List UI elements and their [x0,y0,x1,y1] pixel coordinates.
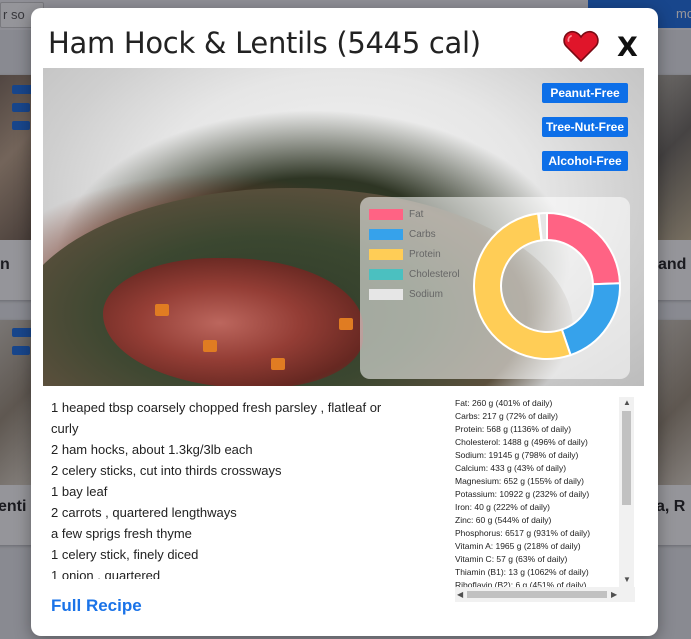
legend-item[interactable]: Cholesterol [369,267,460,281]
ingredient-item: 2 ham hocks, about 1.3kg/3lb each [51,442,253,457]
ingredients-list: 1 heaped tbsp coarsely chopped fresh par… [51,397,411,579]
badge-alcohol-free[interactable]: Alcohol-Free [542,151,628,171]
nutrient-item: Riboflavin (B2): 6 g (451% of daily) [455,580,587,587]
ingredient-item: 1 heaped tbsp coarsely chopped fresh par… [51,400,382,436]
ingredient-item: 1 onion , quartered [51,568,161,579]
ingredient-item: 1 bay leaf [51,484,108,499]
ingredient-item: a few sprigs fresh thyme [51,526,192,541]
nutrient-item: Calcium: 433 g (43% of daily) [455,463,567,473]
full-recipe-link[interactable]: Full Recipe [51,596,142,616]
legend-item[interactable]: Carbs [369,227,436,241]
donut-segment-carbs[interactable] [560,282,621,357]
nutrition-chart: Fat Carbs Protein Cholesterol Sodium [360,197,630,379]
legend-label: Protein [409,248,441,260]
nutrient-item: Vitamin A: 1965 g (218% of daily) [455,541,581,551]
nutrient-item: Sodium: 19145 g (798% of daily) [455,450,579,460]
recipe-image: Peanut-Free Tree-Nut-Free Alcohol-Free F… [43,68,644,386]
nutrient-item: Fat: 260 g (401% of daily) [455,398,553,408]
scroll-right-arrow-icon[interactable]: ▶ [611,590,617,600]
legend-item[interactable]: Fat [369,207,423,221]
legend-swatch [369,248,403,260]
badge-tree-nut-free[interactable]: Tree-Nut-Free [542,117,628,137]
legend-item[interactable]: Sodium [369,287,443,301]
ingredient-item: 2 carrots , quartered lengthways [51,505,237,520]
donut-segment-fat[interactable] [546,211,621,286]
ingredient-item: 2 celery sticks, cut into thirds crosswa… [51,463,282,478]
badge-peanut-free[interactable]: Peanut-Free [542,83,628,103]
recipe-image-carrot [339,318,353,330]
nutrients-panel: Fat: 260 g (401% of daily) Carbs: 217 g (… [455,397,635,603]
recipe-modal: Ham Hock & Lentils (5445 cal) X Peanut-F… [31,8,658,636]
vertical-scrollbar-thumb[interactable] [622,411,631,505]
legend-swatch [369,268,403,280]
scroll-up-arrow-icon[interactable]: ▲ [623,398,631,408]
nutrient-item: Carbs: 217 g (72% of daily) [455,411,558,421]
nutrient-item: Potassium: 10922 g (232% of daily) [455,489,590,499]
nutrient-item: Iron: 40 g (222% of daily) [455,502,550,512]
legend-label: Carbs [409,228,436,240]
legend-item[interactable]: Protein [369,247,441,261]
horizontal-scrollbar[interactable]: ◀ ▶ [455,587,635,602]
recipe-title: Ham Hock & Lentils (5445 cal) [48,26,481,60]
donut-chart [473,211,621,360]
legend-label: Fat [409,208,424,220]
heart-icon[interactable] [563,30,599,62]
close-button[interactable]: X [617,32,638,63]
nutrient-item: Cholesterol: 1488 g (496% of daily) [455,437,588,447]
horizontal-scrollbar-thumb[interactable] [467,591,607,598]
nutrient-item: Thiamin (B1): 13 g (1062% of daily) [455,567,589,577]
nutrient-item: Magnesium: 652 g (155% of daily) [455,476,584,486]
legend-swatch [369,228,403,240]
nutrient-item: Vitamin C: 57 g (63% of daily) [455,554,568,564]
recipe-image-carrot [203,340,217,352]
legend-swatch [369,208,403,220]
scroll-down-arrow-icon[interactable]: ▼ [623,575,631,585]
legend-label: Cholesterol [409,268,460,280]
nutrient-item: Zinc: 60 g (544% of daily) [455,515,552,525]
recipe-image-carrot [271,358,285,370]
ingredient-item: 1 celery stick, finely diced [51,547,199,562]
scroll-left-arrow-icon[interactable]: ◀ [457,590,463,600]
vertical-scrollbar[interactable]: ▲ ▼ [619,397,634,587]
nutrient-item: Protein: 568 g (1136% of daily) [455,424,572,434]
legend-swatch [369,288,403,300]
nutrient-item: Phosphorus: 6517 g (931% of daily) [455,528,591,538]
nutrients-list: Fat: 260 g (401% of daily) Carbs: 217 g (… [455,397,619,587]
recipe-image-carrot [155,304,169,316]
legend-label: Sodium [409,288,443,300]
